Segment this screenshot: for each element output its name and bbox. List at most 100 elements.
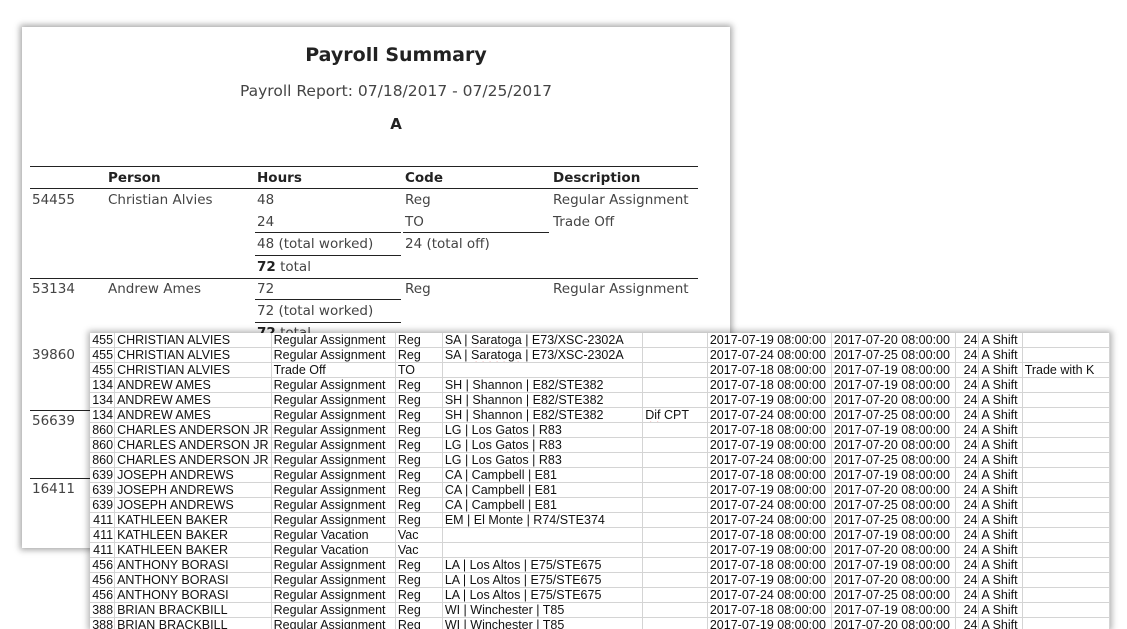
cell-hours[interactable]: 24 [955, 572, 980, 588]
cell-station[interactable]: LG | Los Gatos | R83 [442, 452, 644, 468]
cell-shift[interactable]: A Shift [978, 512, 1023, 528]
cell-end-time[interactable]: 2017-07-20 08:00:00 [831, 617, 956, 629]
cell-employee-name[interactable]: CHRISTIAN ALVIES [114, 362, 272, 378]
cell-pay-code[interactable]: Reg [395, 557, 443, 573]
cell-badge-number[interactable]: 388 [90, 602, 116, 618]
cell-employee-name[interactable]: ANDREW AMES [114, 392, 272, 408]
cell-start-time[interactable]: 2017-07-19 08:00:00 [707, 617, 832, 629]
cell-hours[interactable]: 24 [955, 333, 980, 348]
cell-comment[interactable] [1022, 347, 1110, 363]
cell-hours[interactable]: 24 [955, 437, 980, 453]
cell-end-time[interactable]: 2017-07-25 08:00:00 [831, 407, 956, 423]
cell-station[interactable]: WI | Winchester | T85 [442, 617, 644, 629]
cell-start-time[interactable]: 2017-07-18 08:00:00 [707, 557, 832, 573]
cell-badge-number[interactable]: 860 [90, 452, 116, 468]
cell-employee-name[interactable]: CHARLES ANDERSON JR [114, 422, 272, 438]
cell-comment[interactable] [1022, 392, 1110, 408]
cell-shift[interactable]: A Shift [978, 467, 1023, 483]
cell-end-time[interactable]: 2017-07-25 08:00:00 [831, 452, 956, 468]
cell-pay-code[interactable]: Reg [395, 333, 443, 348]
cell-hours[interactable]: 24 [955, 422, 980, 438]
cell-start-time[interactable]: 2017-07-19 08:00:00 [707, 437, 832, 453]
cell-comment[interactable] [1022, 467, 1110, 483]
cell-hours[interactable]: 24 [955, 362, 980, 378]
cell-end-time[interactable]: 2017-07-19 08:00:00 [831, 422, 956, 438]
cell-station[interactable]: SA | Saratoga | E73/XSC-2302A [442, 347, 644, 363]
cell-station[interactable] [442, 527, 644, 543]
cell-start-time[interactable]: 2017-07-19 08:00:00 [707, 333, 832, 348]
cell-hours[interactable]: 24 [955, 347, 980, 363]
cell-note[interactable] [642, 362, 708, 378]
cell-employee-name[interactable]: ANDREW AMES [114, 377, 272, 393]
cell-note[interactable] [642, 377, 708, 393]
cell-start-time[interactable]: 2017-07-18 08:00:00 [707, 362, 832, 378]
cell-hours[interactable]: 24 [955, 557, 980, 573]
cell-note[interactable] [642, 467, 708, 483]
cell-note[interactable] [642, 512, 708, 528]
cell-assignment-type[interactable]: Regular Vacation [271, 527, 396, 543]
cell-hours[interactable]: 24 [955, 497, 980, 513]
cell-assignment-type[interactable]: Regular Vacation [271, 542, 396, 558]
cell-employee-name[interactable]: KATHLEEN BAKER [114, 542, 272, 558]
cell-comment[interactable] [1022, 422, 1110, 438]
cell-shift[interactable]: A Shift [978, 347, 1023, 363]
cell-employee-name[interactable]: CHRISTIAN ALVIES [114, 333, 272, 348]
cell-badge-number[interactable]: 455 [90, 333, 116, 348]
cell-pay-code[interactable]: Reg [395, 497, 443, 513]
cell-badge-number[interactable]: 134 [90, 407, 116, 423]
cell-pay-code[interactable]: Reg [395, 482, 443, 498]
cell-badge-number[interactable]: 455 [90, 347, 116, 363]
cell-hours[interactable]: 24 [955, 587, 980, 603]
cell-start-time[interactable]: 2017-07-24 08:00:00 [707, 452, 832, 468]
cell-hours[interactable]: 24 [955, 452, 980, 468]
cell-employee-name[interactable]: ANTHONY BORASI [114, 557, 272, 573]
cell-shift[interactable]: A Shift [978, 362, 1023, 378]
cell-assignment-type[interactable]: Regular Assignment [271, 452, 396, 468]
cell-start-time[interactable]: 2017-07-24 08:00:00 [707, 347, 832, 363]
cell-start-time[interactable]: 2017-07-18 08:00:00 [707, 602, 832, 618]
cell-pay-code[interactable]: Reg [395, 587, 443, 603]
cell-end-time[interactable]: 2017-07-25 08:00:00 [831, 587, 956, 603]
cell-start-time[interactable]: 2017-07-24 08:00:00 [707, 497, 832, 513]
cell-comment[interactable] [1022, 452, 1110, 468]
cell-note[interactable] [642, 527, 708, 543]
cell-note[interactable] [642, 347, 708, 363]
cell-hours[interactable]: 24 [955, 542, 980, 558]
cell-comment[interactable] [1022, 602, 1110, 618]
cell-hours[interactable]: 24 [955, 482, 980, 498]
cell-assignment-type[interactable]: Regular Assignment [271, 587, 396, 603]
cell-note[interactable] [642, 602, 708, 618]
cell-pay-code[interactable]: Reg [395, 422, 443, 438]
cell-pay-code[interactable]: Reg [395, 512, 443, 528]
cell-station[interactable]: EM | El Monte | R74/STE374 [442, 512, 644, 528]
cell-comment[interactable] [1022, 497, 1110, 513]
cell-end-time[interactable]: 2017-07-25 08:00:00 [831, 497, 956, 513]
cell-employee-name[interactable]: ANDREW AMES [114, 407, 272, 423]
cell-assignment-type[interactable]: Regular Assignment [271, 602, 396, 618]
cell-station[interactable]: LG | Los Gatos | R83 [442, 422, 644, 438]
cell-station[interactable]: LA | Los Altos | E75/STE675 [442, 572, 644, 588]
cell-pay-code[interactable]: TO [395, 362, 443, 378]
cell-pay-code[interactable]: Reg [395, 452, 443, 468]
cell-employee-name[interactable]: CHARLES ANDERSON JR [114, 452, 272, 468]
cell-station[interactable] [442, 362, 644, 378]
cell-station[interactable]: LA | Los Altos | E75/STE675 [442, 557, 644, 573]
cell-badge-number[interactable]: 860 [90, 437, 116, 453]
cell-badge-number[interactable]: 411 [90, 542, 116, 558]
cell-assignment-type[interactable]: Regular Assignment [271, 557, 396, 573]
cell-station[interactable]: LG | Los Gatos | R83 [442, 437, 644, 453]
cell-assignment-type[interactable]: Regular Assignment [271, 572, 396, 588]
cell-pay-code[interactable]: Vac [395, 527, 443, 543]
cell-badge-number[interactable]: 456 [90, 587, 116, 603]
cell-pay-code[interactable]: Reg [395, 602, 443, 618]
cell-note[interactable] [642, 572, 708, 588]
cell-comment[interactable] [1022, 333, 1110, 348]
cell-badge-number[interactable]: 411 [90, 527, 116, 543]
cell-comment[interactable] [1022, 572, 1110, 588]
cell-assignment-type[interactable]: Regular Assignment [271, 482, 396, 498]
cell-badge-number[interactable]: 639 [90, 467, 116, 483]
cell-shift[interactable]: A Shift [978, 617, 1023, 629]
cell-shift[interactable]: A Shift [978, 377, 1023, 393]
cell-assignment-type[interactable]: Regular Assignment [271, 377, 396, 393]
cell-employee-name[interactable]: ANTHONY BORASI [114, 572, 272, 588]
